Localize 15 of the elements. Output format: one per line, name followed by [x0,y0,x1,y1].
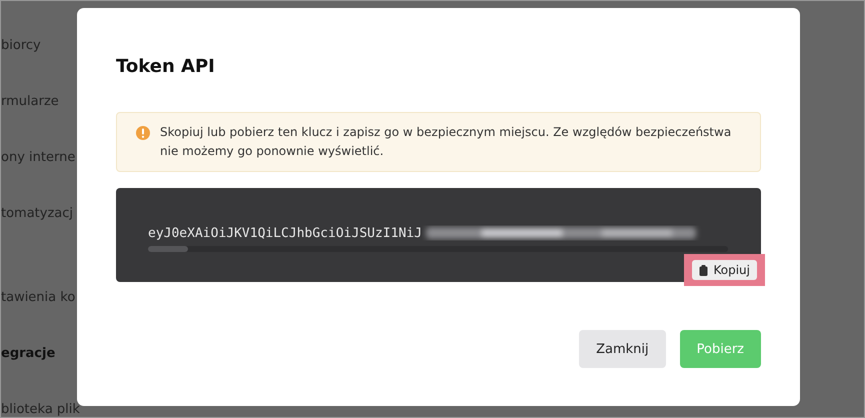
sidebar-item[interactable]: tawienia ko [1,285,77,311]
warning-text: Skopiuj lub pobierz ten klucz i zapisz go w bezpiecznym miejscu. Ze względów bezpieczeństwa nie możemy go ponownie wyświetlić. [160,124,732,160]
modal-title: Token API [116,56,216,78]
token-text: eyJ0eXAiOiJKV1QiLCJhbGciOiJSUzI1NiJ [148,226,422,240]
clipboard-icon [699,264,708,276]
sidebar-item[interactable]: ony interne [1,145,77,171]
copy-button[interactable]: Kopiuj [692,260,757,280]
download-button[interactable]: Pobierz [680,330,761,368]
close-button[interactable]: Zamknij [579,330,666,368]
warning-icon [135,125,151,141]
sidebar-item[interactable]: biorcy [1,33,77,59]
sidebar-item[interactable]: egracje [1,341,77,367]
horizontal-scrollbar[interactable] [148,246,728,252]
sidebar-item[interactable]: rmularze [1,89,77,115]
sidebar-item[interactable]: tomatyzacj [1,201,77,227]
